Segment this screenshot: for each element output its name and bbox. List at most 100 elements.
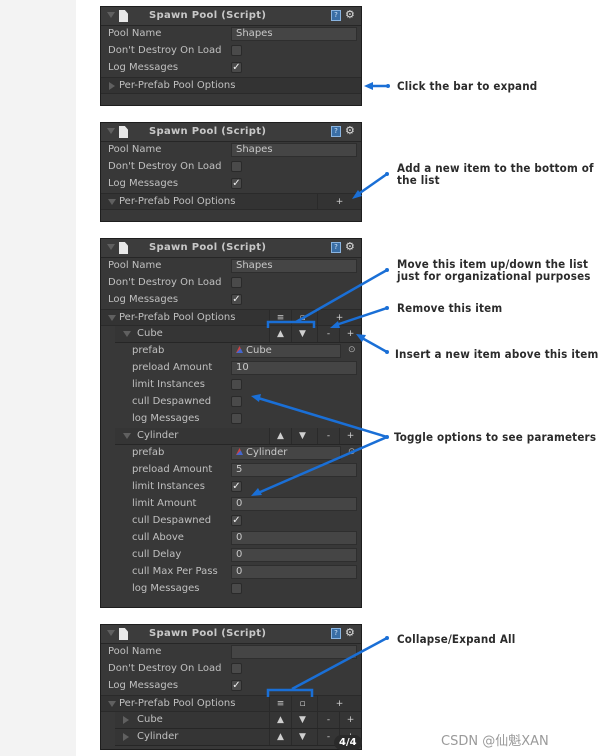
item-field-input[interactable]: 0 xyxy=(231,531,357,545)
collapse-all-button[interactable]: ≡ xyxy=(269,696,291,712)
collapsed-arrow-icon[interactable] xyxy=(123,716,129,724)
move-up-button[interactable]: ▲ xyxy=(269,326,291,342)
pool-item-header[interactable]: Cylinder ▲▼-+ xyxy=(115,428,361,445)
item-field-label: cull Despawned xyxy=(132,396,212,407)
foldout-arrow-icon[interactable] xyxy=(107,244,115,250)
move-up-button[interactable]: ▲ xyxy=(269,712,291,728)
log-messages-row: Log Messages ✓ xyxy=(101,176,361,193)
move-up-button[interactable]: ▲ xyxy=(269,428,291,444)
pool-name-input[interactable] xyxy=(231,645,357,659)
remove-item-button[interactable]: - xyxy=(317,712,339,728)
gear-icon[interactable]: ⚙ xyxy=(345,240,355,253)
item-field-input[interactable]: 0 xyxy=(231,565,357,579)
item-field-checkbox[interactable] xyxy=(231,379,242,390)
component-header[interactable]: Spawn Pool (Script)? ⚙ xyxy=(101,239,361,258)
log-messages-checkbox[interactable]: ✓ xyxy=(231,680,242,691)
pool-name-input[interactable]: Shapes xyxy=(231,143,357,157)
gear-icon[interactable]: ⚙ xyxy=(345,626,355,639)
component-header[interactable]: Spawn Pool (Script)? ⚙ xyxy=(101,7,361,26)
arrow-dot xyxy=(385,172,389,176)
pool-name-label: Pool Name xyxy=(108,646,162,657)
item-field-checkbox[interactable] xyxy=(231,396,242,407)
log-messages-checkbox[interactable]: ✓ xyxy=(231,294,242,305)
add-item-button[interactable]: + xyxy=(317,696,361,712)
help-icon[interactable]: ? xyxy=(331,628,341,639)
expanded-arrow-icon[interactable] xyxy=(108,315,116,321)
dont-destroy-checkbox[interactable] xyxy=(231,277,242,288)
item-field-checkbox[interactable]: ✓ xyxy=(231,515,242,526)
item-field-label: cull Delay xyxy=(132,549,182,560)
move-down-button[interactable]: ▼ xyxy=(291,712,313,728)
insert-item-button[interactable]: + xyxy=(339,326,361,342)
insert-item-button[interactable]: + xyxy=(339,712,361,728)
left-margin xyxy=(0,0,76,756)
pool-item-header[interactable]: Cube ▲ ▼ - + xyxy=(115,326,361,343)
script-icon xyxy=(119,10,128,22)
dont-destroy-checkbox[interactable] xyxy=(231,45,242,56)
item-field-label: limit Instances xyxy=(132,481,205,492)
page-counter: 4/4 xyxy=(334,735,362,750)
component-title: Spawn Pool (Script) xyxy=(149,628,267,639)
per-prefab-options-bar[interactable]: Per-Prefab Pool Options xyxy=(101,77,361,94)
remove-item-button[interactable]: - xyxy=(317,428,339,444)
prefab-object-field[interactable]: Cylinder xyxy=(231,446,341,460)
item-field-checkbox[interactable] xyxy=(231,583,242,594)
move-down-button[interactable]: ▼ xyxy=(291,428,313,444)
log-messages-checkbox[interactable]: ✓ xyxy=(231,62,242,73)
dont-destroy-checkbox[interactable] xyxy=(231,161,242,172)
foldout-arrow-icon[interactable] xyxy=(107,630,115,636)
item-field-label: preload Amount xyxy=(132,464,213,475)
prefab-object-field[interactable]: Cube xyxy=(231,344,341,358)
spawn-pool-component: Spawn Pool (Script)? ⚙ Pool Name Shapes Don'… xyxy=(100,122,362,222)
watermark: CSDN @仙魁XAN xyxy=(441,734,549,749)
item-field-checkbox[interactable] xyxy=(231,413,242,424)
move-down-button[interactable]: ▼ xyxy=(291,326,313,342)
help-icon[interactable]: ? xyxy=(331,242,341,253)
foldout-arrow-icon[interactable] xyxy=(107,12,115,18)
item-field-input[interactable]: 10 xyxy=(231,361,357,375)
help-icon[interactable]: ? xyxy=(331,126,341,137)
pool-item-name: Cylinder xyxy=(137,430,179,441)
add-item-button[interactable]: + xyxy=(317,310,361,326)
item-field-input[interactable]: 0 xyxy=(231,497,357,511)
item-field-row: limit Amount 0 xyxy=(101,496,361,513)
expanded-arrow-icon[interactable] xyxy=(123,331,131,337)
expand-all-button[interactable]: ▫ xyxy=(291,696,313,712)
pool-item-name: Cube xyxy=(137,328,163,339)
move-up-button[interactable]: ▲ xyxy=(269,729,291,745)
object-picker-icon[interactable]: ⊙ xyxy=(348,447,356,457)
component-header[interactable]: Spawn Pool (Script)? ⚙ xyxy=(101,123,361,142)
insert-item-button[interactable]: + xyxy=(339,428,361,444)
pool-name-label: Pool Name xyxy=(108,28,162,39)
item-field-input[interactable]: 5 xyxy=(231,463,357,477)
component-header[interactable]: Spawn Pool (Script)? ⚙ xyxy=(101,625,361,644)
item-field-checkbox[interactable]: ✓ xyxy=(231,481,242,492)
remove-item-button[interactable]: - xyxy=(317,326,339,342)
pool-name-input[interactable]: Shapes xyxy=(231,259,357,273)
object-picker-icon[interactable]: ⊙ xyxy=(348,345,356,355)
pool-item-header[interactable]: Cylinder▲▼-+ xyxy=(115,729,361,746)
pool-item-header[interactable]: Cube ▲ ▼ - + xyxy=(115,712,361,729)
add-item-button[interactable]: + xyxy=(317,194,361,210)
expand-all-button[interactable]: ▫ xyxy=(291,310,313,326)
collapsed-arrow-icon[interactable] xyxy=(109,82,115,90)
dont-destroy-checkbox[interactable] xyxy=(231,663,242,674)
gear-icon[interactable]: ⚙ xyxy=(345,124,355,137)
item-field-input[interactable]: 0 xyxy=(231,548,357,562)
log-messages-checkbox[interactable]: ✓ xyxy=(231,178,242,189)
per-prefab-options-bar[interactable]: Per-Prefab Pool Options + xyxy=(101,193,361,210)
gear-icon[interactable]: ⚙ xyxy=(345,8,355,21)
dont-destroy-row: Don't Destroy On Load xyxy=(101,159,361,176)
expanded-arrow-icon[interactable] xyxy=(123,433,131,439)
log-messages-row: Log Messages ✓ xyxy=(101,292,361,309)
collapsed-arrow-icon[interactable] xyxy=(123,733,129,741)
foldout-arrow-icon[interactable] xyxy=(107,128,115,134)
expanded-arrow-icon[interactable] xyxy=(108,701,116,707)
per-prefab-options-bar[interactable]: Per-Prefab Pool Options ≡ ▫ + xyxy=(101,309,361,326)
per-prefab-options-bar[interactable]: Per-Prefab Pool Options ≡ ▫ + xyxy=(101,695,361,712)
move-down-button[interactable]: ▼ xyxy=(291,729,313,745)
expanded-arrow-icon[interactable] xyxy=(108,199,116,205)
collapse-all-button[interactable]: ≡ xyxy=(269,310,291,326)
pool-name-input[interactable]: Shapes xyxy=(231,27,357,41)
help-icon[interactable]: ? xyxy=(331,10,341,21)
